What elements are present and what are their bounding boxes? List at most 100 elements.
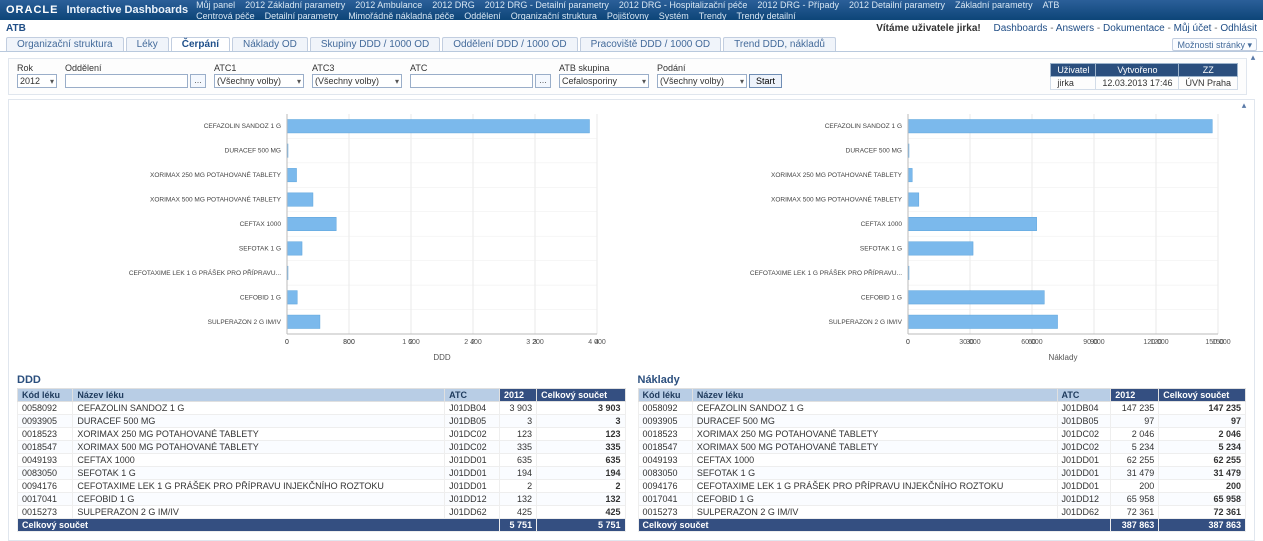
nav-link[interactable]: Organizační struktura [511, 11, 597, 21]
collapse-icon[interactable]: ▴ [1247, 52, 1259, 63]
nav-link[interactable]: 2012 Detailní parametry [849, 0, 945, 10]
tab[interactable]: Náklady OD [232, 37, 308, 51]
col-total[interactable]: Celkový součet [1159, 389, 1246, 402]
svg-text:SULPERAZON 2 G IM/IV: SULPERAZON 2 G IM/IV [208, 319, 282, 326]
table-row[interactable]: 0049193CEFTAX 1000J01DD01635635 [18, 454, 626, 467]
tab[interactable]: Léky [126, 37, 169, 51]
tab[interactable]: Skupiny DDD / 1000 OD [310, 37, 440, 51]
atc-input[interactable] [410, 74, 533, 88]
col-atc[interactable]: ATC [1057, 389, 1111, 402]
svg-text:Náklady: Náklady [1048, 353, 1077, 362]
table-row[interactable]: 0083050SEFOTAK 1 GJ01DD01194194 [18, 467, 626, 480]
nav-link[interactable]: Centrová péče [196, 11, 255, 21]
atc1-select[interactable]: (Všechny volby)▾ [214, 74, 304, 88]
table-row[interactable]: 0058092CEFAZOLIN SANDOZ 1 GJ01DB04147 23… [638, 402, 1246, 415]
table-sum-row: Celkový součet387 863387 863 [638, 519, 1246, 532]
svg-text:DURACEF 500 MG: DURACEF 500 MG [845, 148, 901, 155]
svg-text:CEFOTAXIME LEK 1 G PRÁŠEK PRO: CEFOTAXIME LEK 1 G PRÁŠEK PRO PŘÍPRAVU..… [749, 268, 901, 277]
col-year[interactable]: 2012 [499, 389, 536, 402]
svg-text:CEFAZOLIN SANDOZ 1 G: CEFAZOLIN SANDOZ 1 G [824, 123, 901, 130]
infohdr-zz: ZZ [1179, 64, 1238, 77]
col-year[interactable]: 2012 [1111, 389, 1159, 402]
nav-link[interactable]: Mimořádně nákladná péče [348, 11, 454, 21]
table-row[interactable]: 0094176CEFOTAXIME LEK 1 G PRÁŠEK PRO PŘÍ… [18, 480, 626, 493]
table-row[interactable]: 0017041CEFOBID 1 GJ01DD1265 95865 958 [638, 493, 1246, 506]
svg-text:XORIMAX 500 MG POTAHOVANÉ TABL: XORIMAX 500 MG POTAHOVANÉ TABLETY [771, 195, 903, 204]
welcome-text: Vítáme uživatele jirka! [876, 23, 981, 34]
svg-text:150 000: 150 000 [1205, 339, 1230, 346]
nav-link[interactable]: Pojišťovny [607, 11, 649, 21]
nav-link[interactable]: Oddělení [464, 11, 501, 21]
col-kod[interactable]: Kód léku [18, 389, 73, 402]
content-collapse-icon[interactable]: ▴ [1238, 100, 1250, 111]
table-row[interactable]: 0015273SULPERAZON 2 G IM/IVJ01DD62425425 [18, 506, 626, 519]
charts-row: 0080080021 60022 40033 20044 000CEFAZOLI… [17, 104, 1246, 364]
filter-atc: ATC … [410, 63, 551, 88]
filter-atb-skupina: ATB skupina Cefalosporiny▾ [559, 63, 649, 88]
atc-browse-icon[interactable]: … [535, 74, 551, 88]
chart-ddd: 0080080021 60022 40033 20044 000CEFAZOLI… [17, 104, 626, 364]
tab[interactable]: Trend DDD, nákladů [723, 37, 836, 51]
table-row[interactable]: 0093905DURACEF 500 MGJ01DB0533 [18, 415, 626, 428]
table-row[interactable]: 0018523XORIMAX 250 MG POTAHOVANÉ TABLETY… [638, 428, 1246, 441]
col-nazev[interactable]: Název léku [73, 389, 445, 402]
section-title-naklady: Náklady [638, 374, 1247, 386]
table-row[interactable]: 0015273SULPERAZON 2 G IM/IVJ01DD6272 361… [638, 506, 1246, 519]
table-row[interactable]: 0083050SEFOTAK 1 GJ01DD0131 47931 479 [638, 467, 1246, 480]
col-atc[interactable]: ATC [445, 389, 500, 402]
svg-text:CEFOTAXIME LEK 1 G PRÁŠEK PRO: CEFOTAXIME LEK 1 G PRÁŠEK PRO PŘÍPRAVU..… [129, 268, 281, 277]
tab[interactable]: Čerpání [171, 37, 230, 51]
col-total[interactable]: Celkový součet [537, 389, 625, 402]
table-row[interactable]: 0093905DURACEF 500 MGJ01DB059797 [638, 415, 1246, 428]
table-row[interactable]: 0018547XORIMAX 500 MG POTAHOVANÉ TABLETY… [638, 441, 1246, 454]
nav-link[interactable]: 2012 Základní parametry [245, 0, 345, 10]
nav-link[interactable]: Základní parametry [955, 0, 1033, 10]
table-row[interactable]: 0058092CEFAZOLIN SANDOZ 1 GJ01DB043 9033… [18, 402, 626, 415]
table-row[interactable]: 0049193CEFTAX 1000J01DD0162 25562 255 [638, 454, 1246, 467]
tab[interactable]: Organizační struktura [6, 37, 124, 51]
header-link[interactable]: Dokumentace [1103, 23, 1165, 34]
nav-link[interactable]: Můj panel [196, 0, 235, 10]
tab[interactable]: Pracoviště DDD / 1000 OD [580, 37, 722, 51]
oddeleni-browse-icon[interactable]: … [190, 74, 206, 88]
section-title-ddd: DDD [17, 374, 626, 386]
filter-atc1: ATC1 (Všechny volby)▾ [214, 63, 304, 88]
header-link[interactable]: Answers [1056, 23, 1094, 34]
filter-oddeleni: Oddělení … [65, 63, 206, 88]
nav-link[interactable]: 2012 Ambulance [355, 0, 422, 10]
tabbar: Organizační strukturaLékyČerpáníNáklady … [0, 36, 1263, 52]
atb-skupina-select[interactable]: Cefalosporiny▾ [559, 74, 649, 88]
nav-link[interactable]: 2012 DRG - Případy [757, 0, 839, 10]
rok-select[interactable]: 2012▾ [17, 74, 57, 88]
header-right: Vítáme uživatele jirka! Dashboards - Ans… [876, 23, 1257, 34]
table-row[interactable]: 0018547XORIMAX 500 MG POTAHOVANÉ TABLETY… [18, 441, 626, 454]
header-link[interactable]: Můj účet [1174, 23, 1212, 34]
header-link[interactable]: Odhlásit [1220, 23, 1257, 34]
podani-select[interactable]: (Všechny volby)▾ [657, 74, 747, 88]
nav-link[interactable]: 2012 DRG [432, 0, 475, 10]
table-row[interactable]: 0094176CEFOTAXIME LEK 1 G PRÁŠEK PRO PŘÍ… [638, 480, 1246, 493]
svg-text:SEFOTAK 1 G: SEFOTAK 1 G [239, 245, 281, 252]
svg-text:120 000: 120 000 [1143, 339, 1168, 346]
tab[interactable]: Oddělení DDD / 1000 OD [442, 37, 577, 51]
col-nazev[interactable]: Název léku [692, 389, 1057, 402]
table-row[interactable]: 0017041CEFOBID 1 GJ01DD12132132 [18, 493, 626, 506]
nav-link[interactable]: Trendy detailní [736, 11, 795, 21]
content: ▴ 0080080021 60022 40033 20044 000CEFAZO… [8, 99, 1255, 541]
nav-link[interactable]: 2012 DRG - Hospitalizační péče [619, 0, 748, 10]
nav-link[interactable]: Systém [659, 11, 689, 21]
nav-link[interactable]: Detailní parametry [265, 11, 339, 21]
header-link[interactable]: Dashboards [994, 23, 1048, 34]
nav-link[interactable]: 2012 DRG - Detailní parametry [485, 0, 609, 10]
col-kod[interactable]: Kód léku [638, 389, 692, 402]
global-header: ORACLE Interactive Dashboards Můj panel2… [0, 0, 1263, 20]
svg-text:30 000: 30 000 [959, 339, 981, 346]
atc3-select[interactable]: (Všechny volby)▾ [312, 74, 402, 88]
table-row[interactable]: 0018523XORIMAX 250 MG POTAHOVANÉ TABLETY… [18, 428, 626, 441]
nav-link[interactable]: ATB [1043, 0, 1060, 10]
oddeleni-input[interactable] [65, 74, 188, 88]
page-options-menu[interactable]: Možnosti stránky ▾ [1172, 38, 1257, 51]
nav-link[interactable]: Trendy [699, 11, 727, 21]
svg-text:XORIMAX 250 MG POTAHOVANÉ TABL: XORIMAX 250 MG POTAHOVANÉ TABLETY [771, 170, 903, 179]
start-button[interactable]: Start [749, 74, 782, 88]
